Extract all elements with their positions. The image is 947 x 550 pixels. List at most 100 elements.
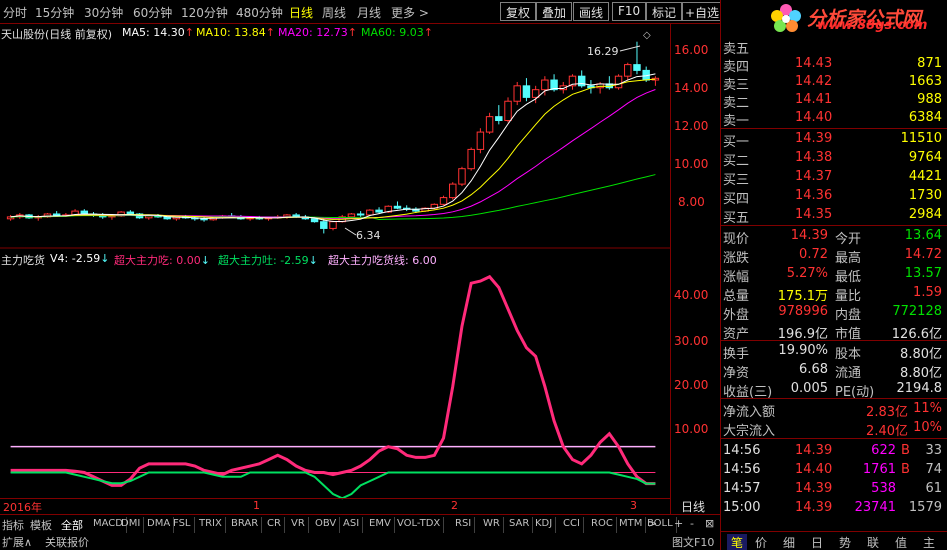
tick-volume: 622: [871, 443, 896, 458]
detail-tab[interactable]: 主: [923, 534, 935, 550]
indicator-tab-brar[interactable]: BRAR: [228, 517, 263, 533]
f10-button[interactable]: F10: [612, 2, 647, 21]
fundamental-label: 净资: [723, 366, 750, 381]
tab-indicator[interactable]: 指标: [2, 517, 24, 533]
zoom-in-button[interactable]: +: [674, 517, 683, 533]
period-tab-480min[interactable]: 480分钟: [236, 4, 283, 21]
stat-row: 外盘 978996 内盘 772128: [721, 304, 947, 323]
candle-body[interactable]: [320, 221, 328, 229]
candle-body[interactable]: [467, 148, 475, 170]
candle-body[interactable]: [633, 64, 641, 71]
window-toggle-button[interactable]: ⊠: [705, 517, 714, 533]
stat-value: 772128: [892, 304, 942, 319]
flow-label: 净流入额: [723, 405, 776, 420]
candle-body[interactable]: [541, 79, 549, 91]
tab-template[interactable]: 模板: [30, 517, 52, 533]
candle-body[interactable]: [614, 75, 623, 89]
period-tab-60min[interactable]: 60分钟: [133, 4, 172, 21]
indicator-tab-trix[interactable]: TRIX: [196, 517, 226, 533]
bid-row[interactable]: 买一 14.39 11510: [721, 131, 947, 150]
period-tab-weekly[interactable]: 周线: [322, 4, 346, 21]
indicator-tab-dmi[interactable]: DMI: [118, 517, 145, 533]
bid-row[interactable]: 买二 14.38 9764: [721, 150, 947, 169]
candle-body[interactable]: [310, 218, 319, 223]
tick-side: B: [901, 462, 910, 477]
period-tab-monthly[interactable]: 月线: [357, 4, 381, 21]
f10-text-button[interactable]: 图文F10: [672, 534, 714, 550]
period-tab-more[interactable]: 更多 >: [391, 4, 429, 21]
indicator-tab-vol-tdx[interactable]: VOL-TDX: [394, 517, 445, 533]
bid-row[interactable]: 买五 14.35 2984: [721, 207, 947, 226]
more-indicators-button[interactable]: >: [648, 517, 657, 533]
zoom-out-button[interactable]: -: [690, 517, 694, 533]
mark-button[interactable]: 标记: [646, 2, 683, 21]
add-watchlist-button[interactable]: +自选: [682, 2, 723, 21]
candle-body[interactable]: [522, 85, 531, 98]
indicator-tab-roc[interactable]: ROC: [588, 517, 617, 533]
ask-row[interactable]: 卖二 14.41 988: [721, 92, 947, 111]
period-tab-daily[interactable]: 日线: [289, 4, 313, 21]
indicator-tab-cci[interactable]: CCI: [560, 517, 584, 533]
fundamental-label: 流通: [835, 366, 862, 381]
tick-row[interactable]: 14:56 14.39 622 B 33: [721, 443, 947, 461]
candle-body[interactable]: [375, 209, 383, 213]
detail-tab[interactable]: 值: [895, 534, 907, 550]
tick-row[interactable]: 14:57 14.39 538 61: [721, 481, 947, 499]
indicator-tab-fsl[interactable]: FSL: [170, 517, 195, 533]
candle-body[interactable]: [458, 168, 466, 185]
candle-body[interactable]: [200, 218, 208, 221]
candle-body[interactable]: [366, 209, 374, 216]
indicator-tab-obv[interactable]: OBV: [312, 517, 341, 533]
detail-tab[interactable]: 价: [755, 534, 767, 550]
indicator-tab-wr[interactable]: WR: [480, 517, 504, 533]
period-tab-intraday[interactable]: 分时: [3, 4, 27, 21]
draw-line-button[interactable]: 画线: [573, 2, 610, 21]
indicator-tab-emv[interactable]: EMV: [366, 517, 395, 533]
detail-tab[interactable]: 细: [783, 534, 795, 550]
candle-body[interactable]: [126, 211, 135, 215]
ask-row[interactable]: 卖五: [721, 38, 947, 57]
indicator-tab-rsi[interactable]: RSI: [452, 517, 476, 533]
period-tab-15min[interactable]: 15分钟: [35, 4, 74, 21]
candle-body[interactable]: [476, 131, 485, 150]
candle-body[interactable]: [393, 205, 402, 209]
ask-row[interactable]: 卖一 14.40 6384: [721, 110, 947, 129]
indicator-tab-vr[interactable]: VR: [288, 517, 309, 533]
period-tab-30min[interactable]: 30分钟: [84, 4, 123, 21]
tick-row[interactable]: 14:56 14.40 1761 B 74: [721, 462, 947, 480]
detail-tab[interactable]: 势: [839, 534, 851, 550]
detail-tab[interactable]: 联: [867, 534, 879, 550]
adjust-button[interactable]: 复权: [500, 2, 537, 21]
overlay-button[interactable]: 叠加: [536, 2, 573, 21]
ask-row[interactable]: 卖三 14.42 1663: [721, 74, 947, 93]
expand-button[interactable]: 扩展∧: [2, 534, 32, 550]
detail-tab[interactable]: 笔: [727, 534, 748, 550]
candle-body[interactable]: [439, 197, 448, 205]
indicator-tab-mtm[interactable]: MTM: [616, 517, 647, 533]
candle-body[interactable]: [347, 213, 356, 218]
bid-row[interactable]: 买四 14.36 1730: [721, 188, 947, 207]
candle-body[interactable]: [356, 213, 365, 216]
candle-body[interactable]: [513, 85, 521, 102]
kline-chart[interactable]: 16.29 6.34 ◇: [0, 24, 670, 514]
indicator-tab-cr[interactable]: CR: [264, 517, 285, 533]
tick-row[interactable]: 15:00 14.39 23741 1579: [721, 500, 947, 518]
stat-row: 涨幅 5.27% 最低 13.57: [721, 266, 947, 285]
related-quotes-button[interactable]: 关联报价: [45, 534, 89, 550]
indicator-tab-asi[interactable]: ASI: [340, 517, 364, 533]
indicator-tab-sar[interactable]: SAR: [506, 517, 534, 533]
candle-body[interactable]: [531, 89, 540, 98]
tab-all[interactable]: 全部: [61, 517, 83, 533]
candle-body[interactable]: [495, 116, 503, 122]
candle-body[interactable]: [449, 183, 457, 199]
candle-body[interactable]: [485, 116, 494, 133]
ask-row[interactable]: 卖四 14.43 871: [721, 56, 947, 75]
indicator-tab-kdj[interactable]: KDJ: [532, 517, 557, 533]
candle-body[interactable]: [504, 100, 512, 122]
candle-body[interactable]: [329, 221, 337, 229]
ma5-line: [10, 73, 656, 222]
detail-tab[interactable]: 日: [811, 534, 823, 550]
period-tab-120min[interactable]: 120分钟: [181, 4, 228, 21]
candle-body[interactable]: [624, 64, 632, 77]
bid-row[interactable]: 买三 14.37 4421: [721, 169, 947, 188]
